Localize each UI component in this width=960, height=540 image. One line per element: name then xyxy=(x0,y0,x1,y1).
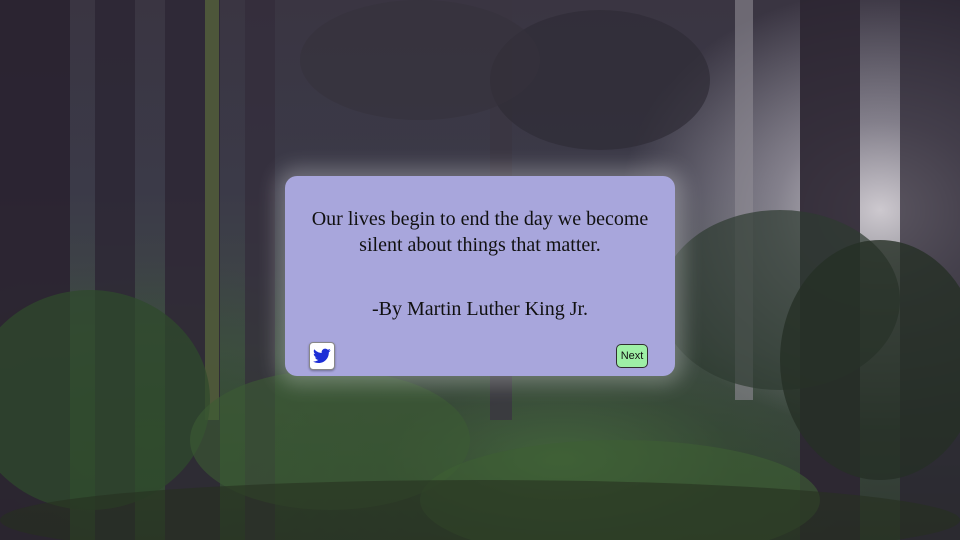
tweet-button[interactable] xyxy=(309,342,335,370)
twitter-icon xyxy=(313,348,331,364)
quote-text: Our lives begin to end the day we become… xyxy=(311,208,649,256)
quote-author: -By Martin Luther King Jr. xyxy=(371,298,589,320)
quote-card: Our lives begin to end the day we become… xyxy=(285,176,675,376)
next-button[interactable]: Next xyxy=(616,344,648,368)
